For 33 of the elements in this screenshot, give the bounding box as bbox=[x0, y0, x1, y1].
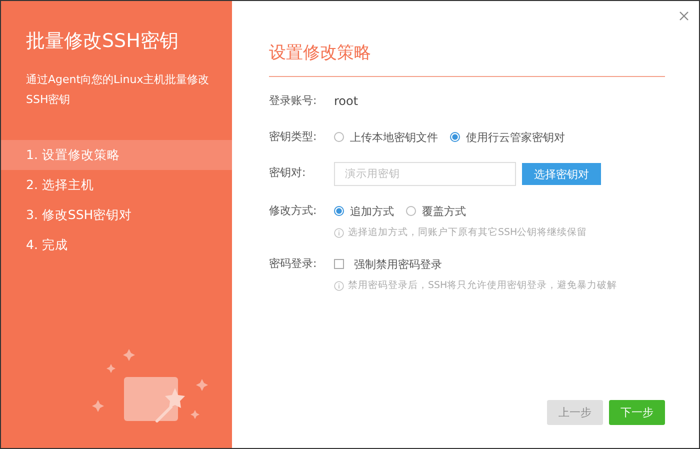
field-label: 修改方式: bbox=[269, 203, 318, 219]
dialog-title: 批量修改SSH密钥 bbox=[26, 29, 180, 54]
dialog-description: 通过Agent向您的Linux主机批量修改SSH密钥 bbox=[26, 72, 210, 108]
info-icon bbox=[334, 280, 344, 290]
option-label: 覆盖方式 bbox=[422, 204, 466, 218]
info-icon bbox=[334, 228, 344, 238]
choose-key-button[interactable]: 选择密钥对 bbox=[522, 163, 601, 185]
option-label: 强制禁用密码登录 bbox=[354, 256, 442, 272]
step-item[interactable]: 2. 选择主机 bbox=[1, 170, 232, 200]
field-label: 密钥对: bbox=[269, 165, 307, 181]
radio-icon[interactable] bbox=[334, 206, 344, 216]
hint-text: 选择追加方式，同账户下原有其它SSH公钥将继续保留 bbox=[348, 226, 588, 239]
radio-option[interactable]: 上传本地密钥文件 bbox=[334, 130, 438, 144]
option-label: 追加方式 bbox=[350, 204, 394, 218]
field-label: 密码登录: bbox=[269, 256, 318, 272]
radio-option[interactable]: 追加方式 bbox=[334, 204, 394, 218]
option-label: 上传本地密钥文件 bbox=[350, 130, 438, 144]
field-value: root bbox=[334, 94, 358, 108]
step-item[interactable]: 1. 设置修改策略 bbox=[1, 140, 232, 170]
radio-icon[interactable] bbox=[406, 206, 416, 216]
step-item[interactable]: 3. 修改SSH密钥对 bbox=[1, 200, 232, 230]
hint-text: 禁用密码登录后，SSH将只允许使用密钥登录，避免暴力破解 bbox=[348, 279, 618, 292]
step-item[interactable]: 4. 完成 bbox=[1, 230, 232, 260]
next-button[interactable]: 下一步 bbox=[609, 400, 665, 425]
section-heading: 设置修改策略 bbox=[269, 41, 665, 77]
field-label: 密钥类型: bbox=[269, 129, 318, 145]
key-pair-field[interactable]: 演示用密钥 bbox=[334, 162, 516, 186]
radio-icon[interactable] bbox=[334, 132, 344, 142]
close-icon[interactable] bbox=[679, 11, 689, 21]
field-label: 登录账号: bbox=[269, 93, 318, 109]
radio-icon[interactable] bbox=[450, 132, 460, 142]
radio-option[interactable]: 覆盖方式 bbox=[406, 204, 466, 218]
checkbox[interactable] bbox=[334, 259, 344, 269]
